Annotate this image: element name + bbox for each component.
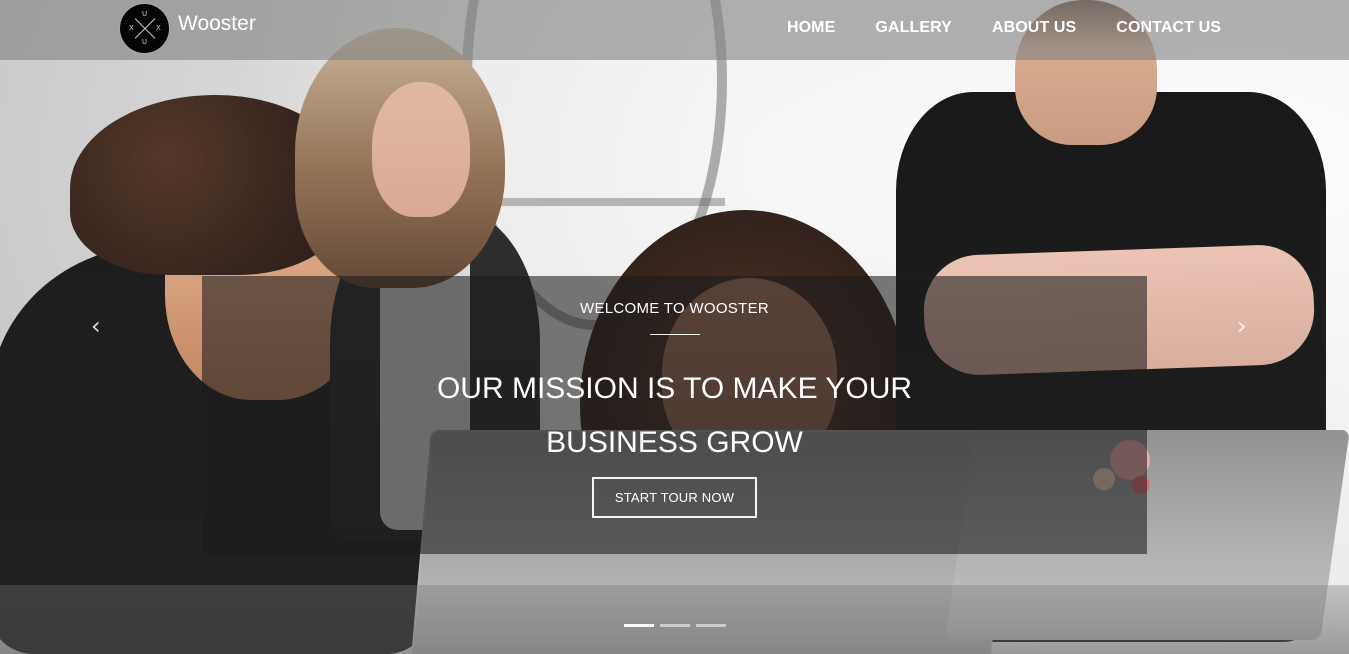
- hero-eyebrow: WELCOME TO WOOSTER: [579, 300, 770, 317]
- nav-gallery-link[interactable]: GALLERY: [875, 20, 952, 36]
- logo-letter-top: U: [142, 10, 148, 18]
- carousel-indicator-1[interactable]: [624, 624, 654, 627]
- carousel-indicators: [624, 624, 726, 627]
- start-tour-button[interactable]: START TOUR NOW: [592, 477, 757, 518]
- logo-letter-left: X: [129, 24, 134, 32]
- carousel-indicator-2[interactable]: [660, 624, 690, 627]
- main-navigation: HOME GALLERY ABOUT US CONTACT US: [787, 20, 1221, 36]
- hero-title: OUR MISSION IS TO MAKE YOUR BUSINESS GRO…: [202, 362, 1147, 470]
- brand-link[interactable]: U X U X Wooster: [120, 4, 256, 53]
- nav-about-link[interactable]: ABOUT US: [992, 20, 1076, 36]
- carousel-prev-icon[interactable]: ‹: [91, 314, 101, 338]
- logo-letter-bottom: U: [142, 38, 148, 46]
- hero-title-line-1: OUR MISSION IS TO MAKE YOUR: [436, 372, 913, 405]
- hero-title-line-2: BUSINESS GROW: [546, 426, 803, 459]
- top-navbar: U X U X Wooster HOME GALLERY ABOUT US CO…: [0, 0, 1349, 60]
- hero-caption-box: WELCOME TO WOOSTER OUR MISSION IS TO MAK…: [202, 276, 1147, 554]
- carousel-indicator-3[interactable]: [696, 624, 726, 627]
- carousel-next-icon[interactable]: ›: [1237, 314, 1247, 338]
- brand-name: Wooster: [178, 12, 256, 35]
- brand-logo-icon: U X U X: [120, 4, 169, 53]
- nav-home-link[interactable]: HOME: [787, 20, 835, 36]
- logo-letter-right: X: [156, 24, 161, 32]
- hero-divider: [650, 334, 700, 335]
- nav-contact-link[interactable]: CONTACT US: [1116, 20, 1221, 36]
